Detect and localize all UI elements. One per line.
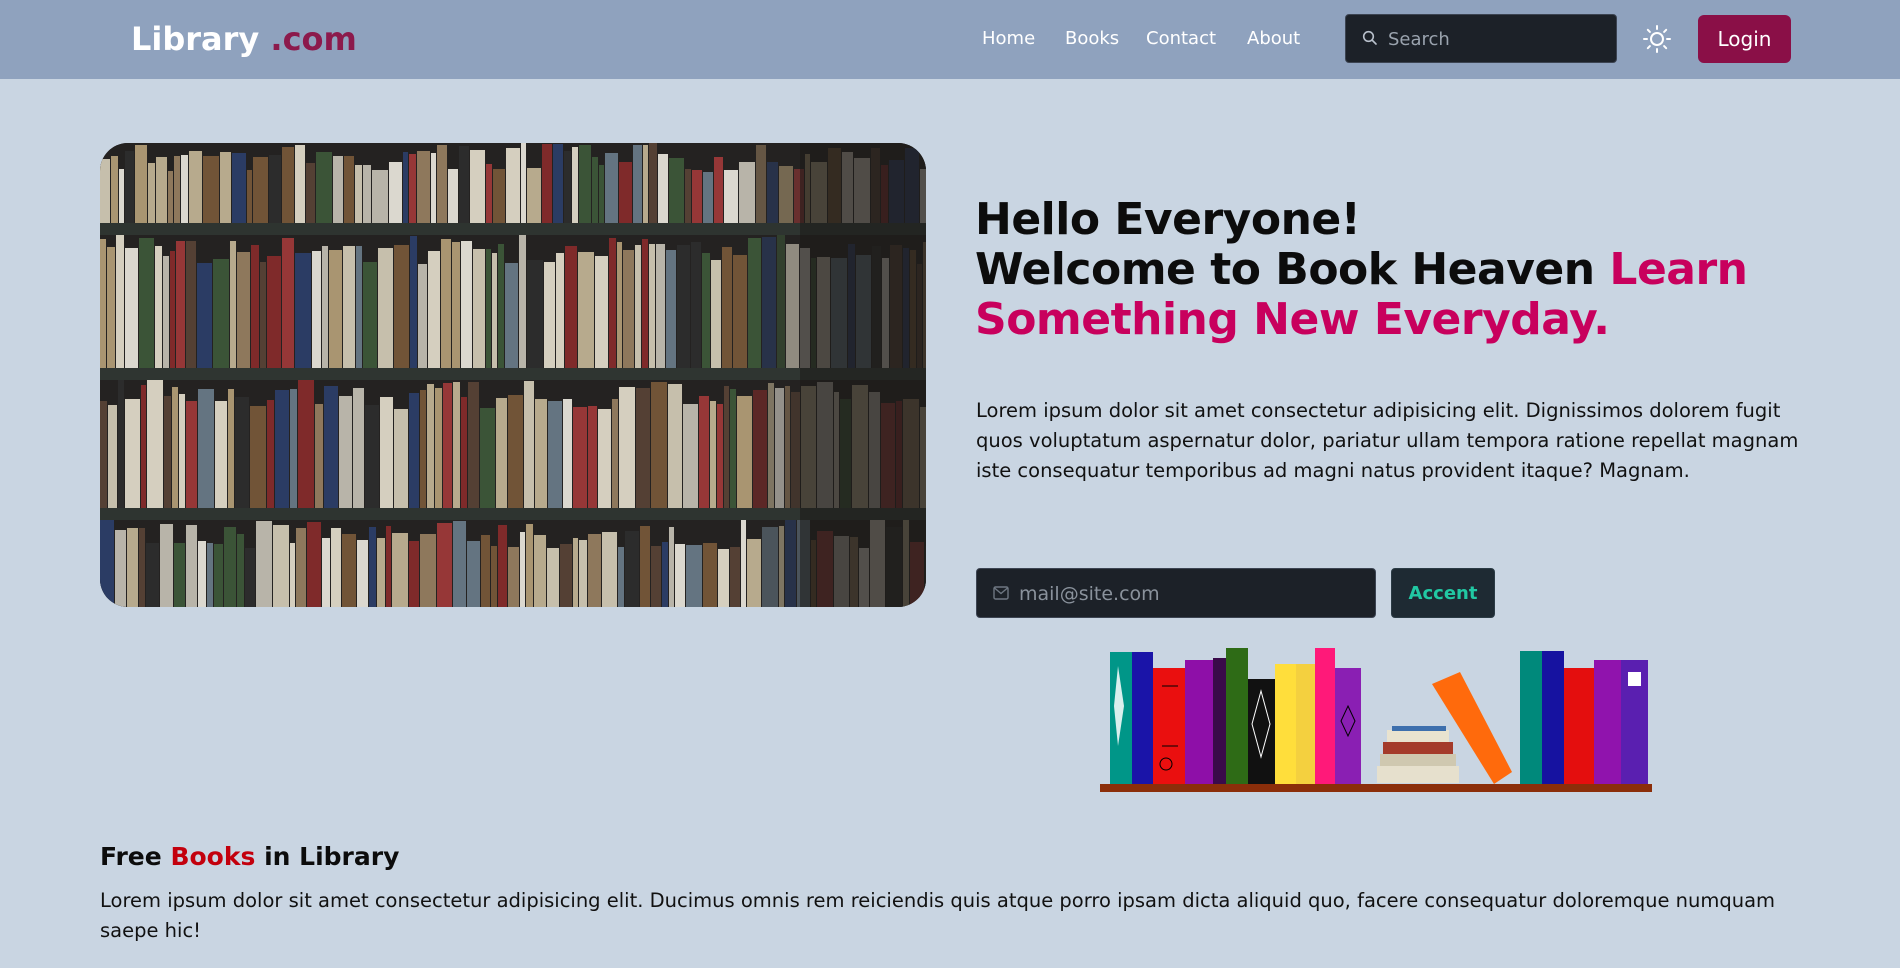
free-books-description: Lorem ipsum dolor sit amet consectetur a… [100, 889, 1776, 942]
search-input[interactable] [1386, 23, 1610, 55]
email-input[interactable] [1017, 578, 1366, 610]
hero-heading: Hello Everyone! Welcome to Book Heaven L… [975, 195, 1815, 345]
navbar: Library .com Home Books Contact About Lo… [0, 0, 1900, 79]
email-field-wrapper [976, 568, 1376, 618]
nav-link-about[interactable]: About [1247, 27, 1300, 51]
logo-text: Library [131, 20, 260, 58]
sun-icon[interactable] [1642, 24, 1672, 54]
nav-link-home[interactable]: Home [982, 27, 1035, 51]
free-title-part1: Free [100, 842, 162, 871]
site-logo[interactable]: Library .com [131, 17, 357, 61]
free-title-part2: in Library [264, 842, 400, 871]
mail-icon [993, 586, 1009, 600]
hero-welcome: Welcome to Book Heaven [975, 244, 1595, 295]
search-icon [1362, 30, 1377, 45]
free-title-highlight: Books [170, 842, 256, 871]
free-books-title: Free Books in Library [100, 840, 399, 874]
bookshelf-illustration [1100, 648, 1652, 792]
accent-button[interactable]: Accent [1391, 568, 1495, 618]
nav-link-contact[interactable]: Contact [1146, 27, 1216, 51]
library-bookshelf-photo [100, 143, 926, 607]
nav-link-books[interactable]: Books [1065, 27, 1119, 51]
login-button[interactable]: Login [1698, 15, 1791, 63]
hero-greeting: Hello Everyone! [975, 194, 1361, 245]
search-bar [1345, 14, 1617, 63]
logo-accent-text: .com [270, 20, 357, 58]
hero-description: Lorem ipsum dolor sit amet consectetur a… [976, 399, 1799, 482]
